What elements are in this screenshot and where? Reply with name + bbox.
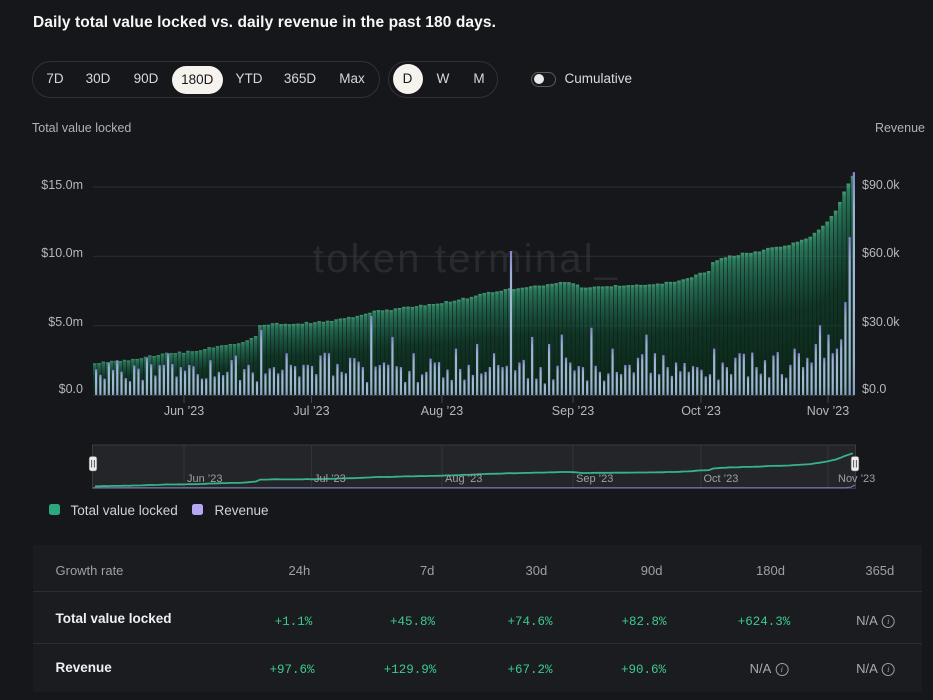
svg-text:token terminal_: token terminal_: [313, 237, 619, 281]
